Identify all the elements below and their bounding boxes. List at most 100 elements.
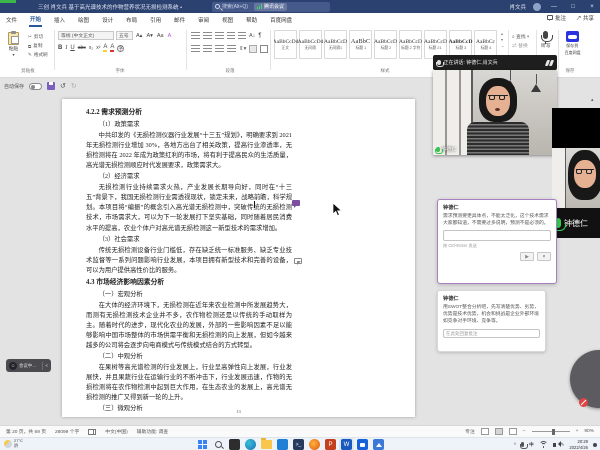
bold-button[interactable]: B (58, 45, 62, 51)
comment-anchor-icon[interactable] (294, 258, 302, 264)
photos-icon[interactable] (373, 439, 384, 450)
comment-cancel-button[interactable]: × (537, 252, 551, 261)
web-layout-icon[interactable] (509, 428, 517, 435)
copy-button[interactable]: ⧉ 复制 (28, 42, 48, 50)
file-explorer-button[interactable] (261, 439, 272, 450)
mic-muted-icon[interactable] (579, 398, 588, 407)
store-icon[interactable] (277, 439, 288, 450)
font-name-select[interactable]: 等线 (中文正文) (58, 31, 114, 40)
print-layout-icon[interactable] (495, 428, 503, 435)
maximize-button[interactable]: □ (567, 0, 579, 13)
powerpoint-icon[interactable]: P (325, 439, 336, 450)
save-icon[interactable] (47, 82, 55, 90)
edge-icon[interactable] (245, 439, 256, 450)
meeting-speaking-bar[interactable]: 正在讲话: 钟德仁,肖文兵 (433, 55, 557, 70)
ime-indicator[interactable]: 中 (529, 442, 534, 448)
comment-card-active[interactable]: 钟德仁 需求预测要更具体点，不能太泛化，这个技术需求大家都知道，不需要过多说明，… (437, 199, 557, 284)
word-icon-active[interactable]: W (341, 439, 352, 450)
weather-widget[interactable]: 27°C阴 (4, 439, 23, 448)
tab-layout[interactable]: 布局 (125, 14, 138, 26)
comment-reply-input[interactable] (443, 329, 540, 338)
zoom-out-button[interactable]: − (523, 429, 526, 434)
strikethrough-button[interactable]: abc (78, 45, 86, 51)
comment-send-button[interactable]: ▶ (520, 252, 534, 261)
tab-view[interactable]: 视图 (221, 14, 234, 26)
cut-button[interactable]: ✂ 剪切 (28, 33, 48, 41)
read-mode-icon[interactable] (481, 428, 489, 435)
tab-insert[interactable]: 插入 (53, 14, 66, 26)
meeting-mini-bar[interactable]: ☺ 会议中… < (6, 359, 51, 372)
tab-design[interactable]: 设计 (101, 14, 114, 26)
zoom-level[interactable]: 90% (584, 429, 594, 434)
pilcrow-icon[interactable]: ¶ (258, 33, 261, 39)
accessibility-status[interactable]: 辅助功能: 调查 (137, 428, 168, 435)
multilevel-list-icon[interactable] (215, 32, 224, 40)
user-avatar[interactable] (533, 3, 541, 11)
replace-button[interactable]: ⇄ 替换 (512, 42, 529, 49)
bullet-list-icon[interactable] (191, 32, 200, 40)
comment-anchor-icon-active[interactable] (292, 200, 300, 206)
align-right-icon[interactable] (215, 45, 224, 53)
justify-icon[interactable] (227, 45, 236, 53)
terminal-icon[interactable]: >_ (293, 439, 304, 450)
tab-help[interactable]: 帮助 (245, 14, 258, 26)
style-heading-2[interactable]: AaBbCcD标题 2 (374, 30, 397, 59)
pen-icon[interactable]: ✎ (561, 442, 565, 448)
tab-draw[interactable]: 绘图 (77, 14, 90, 26)
numbered-list-icon[interactable] (203, 32, 212, 40)
meeting-side-video[interactable]: 钟德仁 (552, 108, 600, 238)
line-spacing-icon[interactable]: ⇕▾ (239, 46, 246, 52)
grow-font-button[interactable]: A▴ (135, 33, 143, 39)
focus-button[interactable]: 专注 (465, 428, 475, 435)
highlight-button[interactable]: A (103, 44, 107, 52)
comment-card[interactable]: 钟德仁 用SWOT整合分析吧，先写清楚优势、劣势，优势是技术优势，机会和挑战是企… (437, 290, 546, 352)
underline-button[interactable]: U (70, 45, 74, 51)
indent-increase-icon[interactable] (238, 32, 246, 40)
clear-format-button[interactable]: A (167, 33, 173, 39)
search-input[interactable]: 搜索(Alt+Q) 腾讯会议 (212, 2, 330, 12)
notification-icon[interactable] (593, 443, 597, 447)
firefox-icon[interactable] (309, 439, 320, 450)
tray-mic-icon[interactable] (521, 442, 524, 447)
paste-button[interactable]: 粘贴▾ (8, 32, 19, 57)
tab-home[interactable]: 开始 (29, 13, 42, 27)
style-heading-2-char[interactable]: AaBbCcD标题 2 字符 (399, 30, 422, 59)
indent-decrease-icon[interactable] (227, 32, 235, 40)
tray-expand-icon[interactable]: ^ (514, 442, 516, 447)
tab-references[interactable]: 引用 (149, 14, 162, 26)
meeting-video-tile[interactable]: 钟德仁 (433, 70, 557, 155)
page-indicator[interactable]: 第 20 页，共 69 页 (6, 428, 46, 435)
styles-scroll-down-icon[interactable]: ▾ (501, 37, 504, 42)
subscript-button[interactable]: x₂ (89, 45, 93, 51)
undo-icon[interactable]: ↺ (60, 82, 66, 90)
task-view-button[interactable] (229, 439, 240, 450)
tab-baidu-netdisk[interactable]: 百度网盘 (269, 14, 293, 26)
tab-mailings[interactable]: 邮件 (173, 14, 186, 26)
align-left-icon[interactable] (191, 45, 200, 53)
superscript-button[interactable]: x² (96, 45, 100, 51)
wifi-icon[interactable] (539, 441, 548, 448)
save-to-baidu-button[interactable]: 保存到 百度网盘 (563, 31, 582, 56)
language-indicator[interactable]: 中文(中国) (105, 428, 127, 435)
italic-button[interactable]: I (65, 45, 67, 51)
format-painter-button[interactable]: ✎ 格式刷 (28, 51, 48, 59)
tab-review[interactable]: 审阅 (197, 14, 210, 26)
zoom-in-button[interactable]: + (576, 429, 579, 434)
change-case-button[interactable]: Aa (156, 33, 165, 39)
style-no-spacing-1[interactable]: AaBbCcD无间隔1 (324, 30, 347, 59)
style-normal[interactable]: AaBbCcDd正文 (274, 30, 297, 59)
document-page[interactable]: 4.2.2 需求预测分析 （1）政策需求 中共印发的《无损检测仪器行业发展“十三… (62, 99, 415, 417)
shrink-font-button[interactable]: A▾ (145, 33, 153, 39)
styles-scroll-up-icon[interactable]: ▴ (501, 31, 504, 36)
style-no-spacing[interactable]: AaBbCcDd无间隔 (299, 30, 322, 59)
share-button[interactable]: ↗ 共享 (576, 14, 594, 22)
taskbar-clock[interactable]: 20:292022/4/26 (569, 439, 588, 449)
find-button[interactable]: ⌕ 查找 ▾ (512, 33, 529, 40)
align-center-icon[interactable] (203, 45, 212, 53)
taskbar-search-button[interactable] (213, 439, 224, 450)
proofing-icon[interactable] (88, 429, 96, 435)
minimize-button[interactable]: — (548, 0, 560, 13)
volume-icon[interactable] (553, 443, 556, 447)
font-size-select[interactable]: 五号 (116, 31, 133, 40)
sort-icon[interactable]: A↓ (249, 33, 255, 39)
